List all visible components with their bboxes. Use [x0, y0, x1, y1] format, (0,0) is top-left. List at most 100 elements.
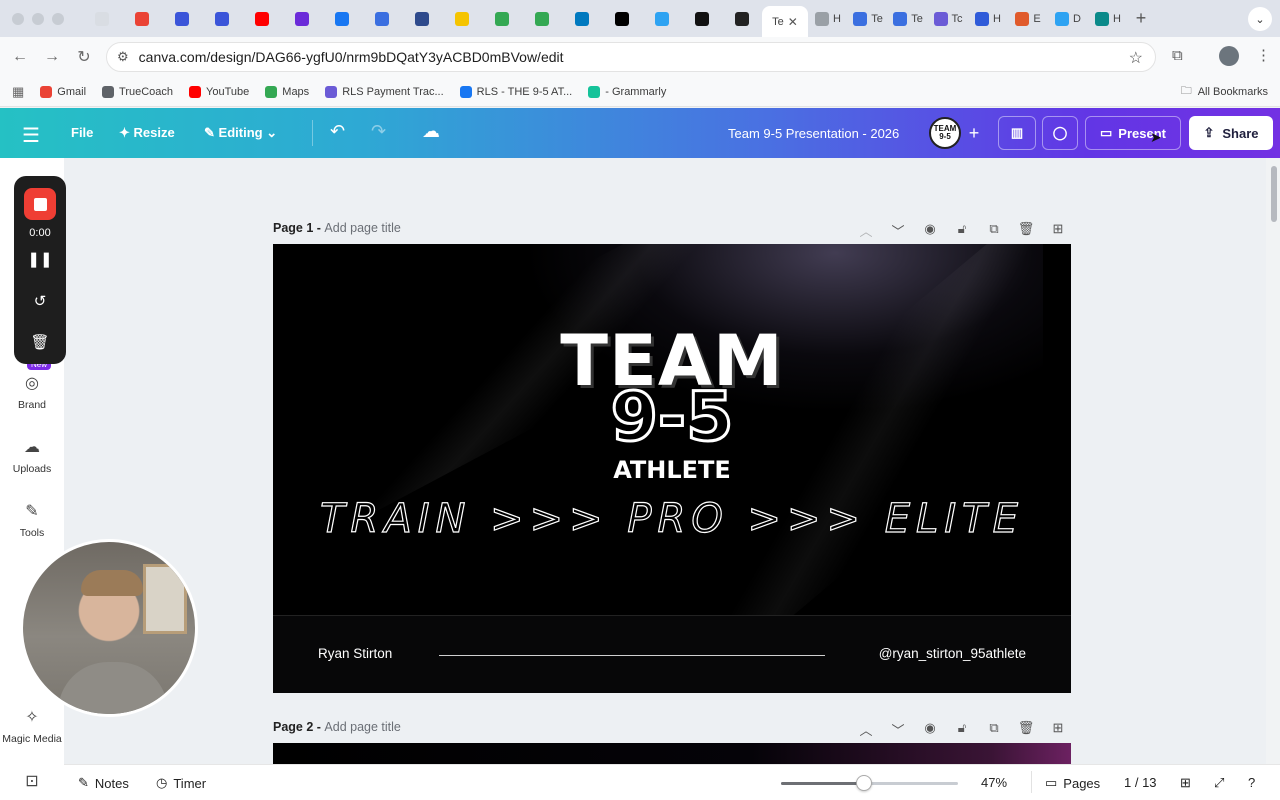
discard-recording-icon[interactable]: 🗑︎: [14, 333, 66, 351]
minimize-window-button[interactable]: [32, 12, 44, 25]
lock-icon[interactable]: 🔓︎: [953, 720, 971, 739]
page-counter[interactable]: 1 / 13: [1124, 775, 1157, 790]
logo-athlete-text[interactable]: ATHLETE: [273, 456, 1071, 484]
add-collaborator-button[interactable]: +: [960, 119, 988, 147]
slide-1[interactable]: TEAM 9-5 ATHLETE TRAIN >>> PRO >>> ELITE…: [273, 244, 1071, 693]
page-1-title[interactable]: Page 1 - Add page title: [273, 221, 401, 235]
file-menu[interactable]: File: [71, 125, 93, 140]
reload-icon[interactable]: ↻: [68, 47, 100, 67]
tab-9[interactable]: [402, 5, 442, 33]
close-tab-icon[interactable]: ✕: [788, 15, 798, 29]
tab-6[interactable]: [282, 5, 322, 33]
zoom-window-button[interactable]: [52, 12, 64, 25]
tab-10[interactable]: [442, 5, 482, 33]
sidebar-item-more[interactable]: ⊡: [0, 771, 64, 797]
help-icon[interactable]: ?: [1248, 775, 1255, 790]
tab-3[interactable]: [162, 5, 202, 33]
notes-button[interactable]: ✎ Notes: [78, 775, 129, 791]
cloud-saved-icon[interactable]: ☁: [422, 121, 440, 142]
tab-after-6[interactable]: E: [1008, 5, 1048, 33]
duplicate-icon[interactable]: ⧉: [985, 720, 1003, 739]
tab-15[interactable]: [642, 5, 682, 33]
delete-icon[interactable]: 🗑︎: [1017, 720, 1035, 739]
share-button[interactable]: ⇪ Share: [1189, 116, 1273, 150]
tab-4[interactable]: [202, 5, 242, 33]
bookmark-item[interactable]: Maps: [265, 85, 309, 98]
social-handle[interactable]: @ryan_stirton_95athlete: [879, 646, 1026, 661]
tab-search-button[interactable]: ⌄: [1248, 7, 1272, 31]
collaborator-avatar[interactable]: TEAM 9-5: [929, 117, 961, 149]
scrollbar-thumb[interactable]: [1271, 166, 1277, 222]
lock-icon[interactable]: 🔓︎: [953, 221, 971, 240]
duplicate-icon[interactable]: ⧉: [985, 221, 1003, 240]
zoom-slider-handle[interactable]: [856, 775, 872, 791]
tab-5[interactable]: [242, 5, 282, 33]
tab-after-5[interactable]: H: [968, 5, 1008, 33]
bookmark-item[interactable]: - Grammarly: [588, 85, 666, 98]
document-title[interactable]: Team 9-5 Presentation - 2026: [728, 126, 899, 141]
extensions-icon[interactable]: ⧉: [1172, 47, 1183, 64]
move-down-icon[interactable]: ﹀: [889, 221, 907, 240]
present-button[interactable]: ▭ Present: [1085, 116, 1181, 150]
pause-icon[interactable]: ❚❚: [14, 250, 66, 268]
tab-after-8[interactable]: H: [1088, 5, 1128, 33]
tab-2[interactable]: [122, 5, 162, 33]
sidebar-item-uploads[interactable]: ☁ Uploads: [0, 437, 64, 475]
bookmark-item[interactable]: Gmail: [40, 85, 86, 98]
sidebar-item-brand[interactable]: ◎ Brand: [0, 373, 64, 411]
presenter-name[interactable]: Ryan Stirton: [318, 646, 392, 661]
new-tab-button[interactable]: +: [1128, 8, 1154, 29]
hide-page-icon[interactable]: ◉: [921, 221, 939, 240]
close-window-button[interactable]: [12, 12, 24, 25]
tab-after-1[interactable]: H: [808, 5, 848, 33]
undo-icon[interactable]: ↶: [330, 121, 345, 142]
tab-16[interactable]: [682, 5, 722, 33]
webcam-bubble[interactable]: [20, 539, 198, 717]
address-bar[interactable]: ⚙ canva.com/design/DAG66-ygfU0/nrm9bDQat…: [106, 42, 1156, 72]
bookmark-item[interactable]: YouTube: [189, 85, 249, 98]
add-page-icon[interactable]: ⊞: [1049, 720, 1067, 739]
move-up-icon[interactable]: ︿: [857, 720, 875, 739]
move-up-icon[interactable]: ︿: [857, 221, 875, 240]
tab-after-3[interactable]: Te: [888, 5, 928, 33]
stop-recording-button[interactable]: [24, 188, 56, 220]
bookmark-item[interactable]: RLS - THE 9-5 AT...: [459, 85, 572, 98]
tab-after-4[interactable]: Tc: [928, 5, 968, 33]
restart-icon[interactable]: ↺: [14, 292, 66, 310]
tab-1[interactable]: [82, 5, 122, 33]
grid-view-icon[interactable]: ⊞: [1180, 775, 1191, 791]
apps-grid-icon[interactable]: ▦: [12, 84, 24, 100]
fullscreen-icon[interactable]: ⤢: [1214, 775, 1224, 791]
sidebar-item-magic-media[interactable]: ✧ Magic Media: [0, 707, 64, 745]
tab-13[interactable]: [562, 5, 602, 33]
redo-icon[interactable]: ↷: [371, 121, 386, 142]
zoom-level[interactable]: 47%: [981, 775, 1007, 790]
slide-tagline[interactable]: TRAIN >>> PRO >>> ELITE: [273, 495, 1071, 542]
tab-8[interactable]: [362, 5, 402, 33]
all-bookmarks-button[interactable]: 🗀 All Bookmarks: [1181, 82, 1268, 101]
tab-11[interactable]: [482, 5, 522, 33]
tab-7[interactable]: [322, 5, 362, 33]
move-down-icon[interactable]: ﹀: [889, 720, 907, 739]
timer-button[interactable]: ◷ Timer: [156, 775, 206, 791]
comments-button[interactable]: ◯: [1042, 116, 1078, 150]
site-settings-icon[interactable]: ⚙: [117, 49, 129, 65]
bookmark-item[interactable]: TrueCoach: [102, 85, 173, 98]
forward-icon[interactable]: →: [36, 48, 68, 66]
bookmark-item[interactable]: RLS Payment Trac...: [325, 85, 444, 98]
sidebar-item-tools[interactable]: ✎ Tools: [0, 501, 64, 539]
page-2-title[interactable]: Page 2 - Add page title: [273, 720, 401, 734]
tab-14[interactable]: [602, 5, 642, 33]
tab-after-7[interactable]: D: [1048, 5, 1088, 33]
resize-menu[interactable]: ✦ Resize: [119, 125, 175, 141]
zoom-slider[interactable]: [781, 775, 958, 791]
slide-2[interactable]: [273, 743, 1071, 764]
tab-active[interactable]: Te ✕: [762, 6, 808, 37]
profile-avatar[interactable]: [1219, 46, 1239, 66]
pages-button[interactable]: ▭ Pages: [1045, 775, 1100, 791]
editing-mode-menu[interactable]: ✎ Editing ⌄: [204, 125, 277, 141]
page-2-title-placeholder[interactable]: Add page title: [324, 720, 400, 734]
canvas-scrollbar[interactable]: [1268, 158, 1280, 764]
main-menu-icon[interactable]: ☰: [22, 123, 40, 148]
tab-17[interactable]: [722, 5, 762, 33]
